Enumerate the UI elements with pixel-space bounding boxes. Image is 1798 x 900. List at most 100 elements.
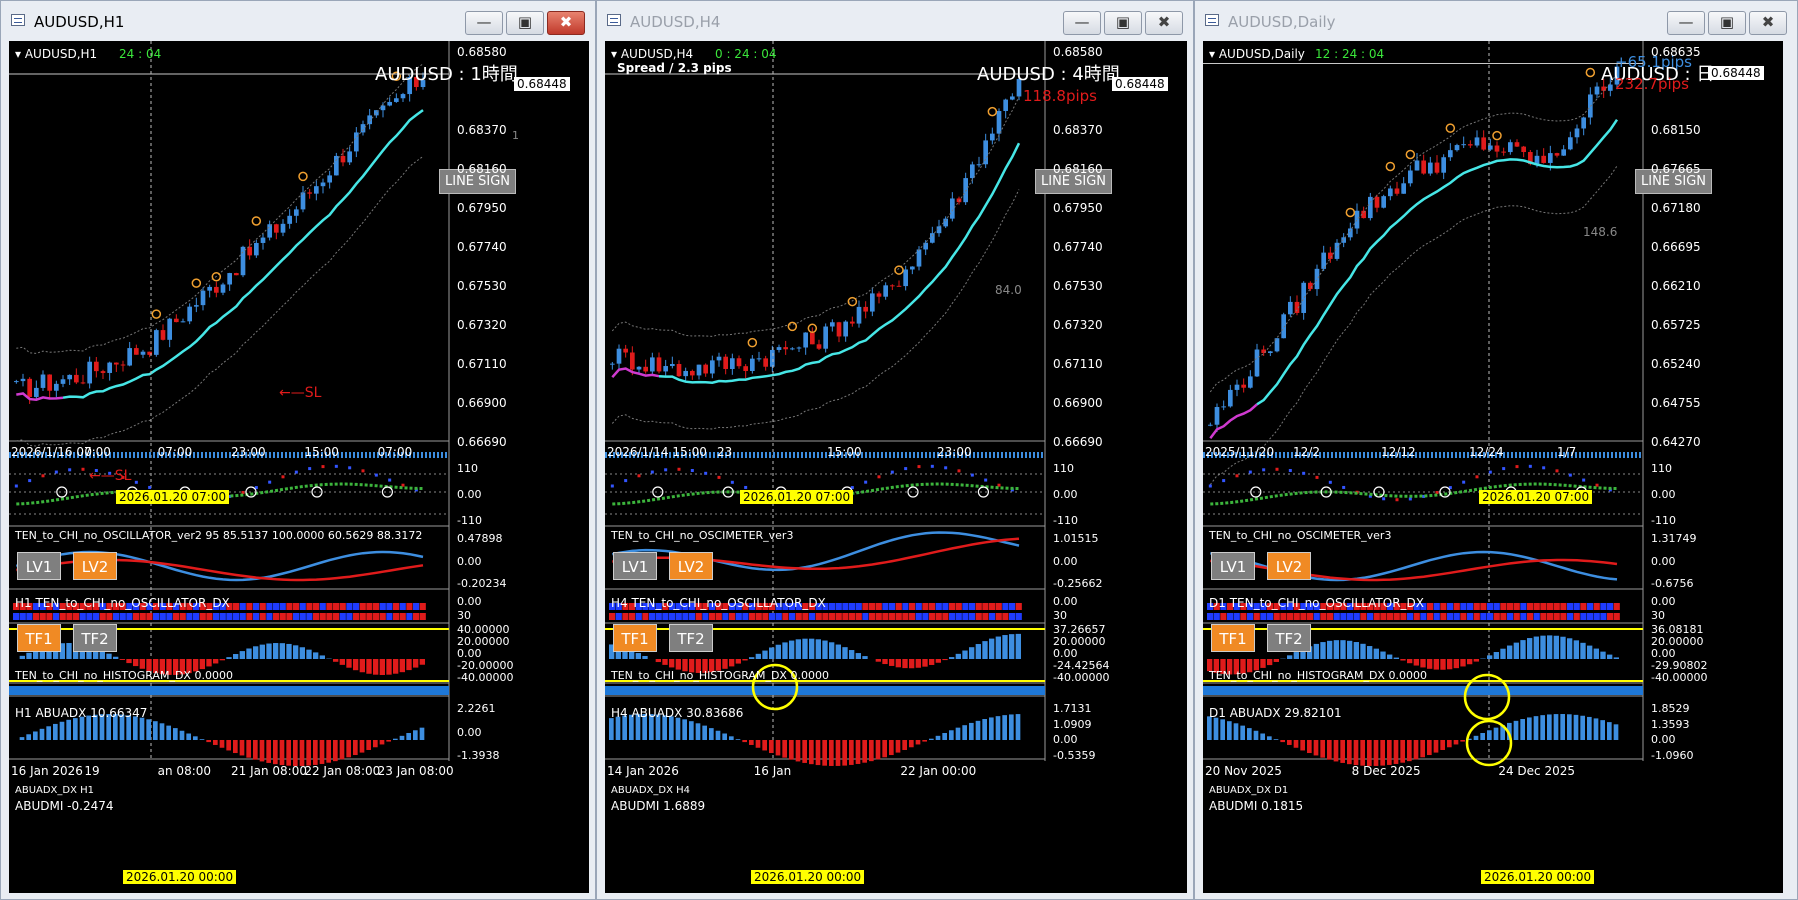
adx-bar [809,638,815,659]
price-tick-label: 0.67740 [1053,240,1103,254]
adx-bar [1607,654,1613,659]
hist-block [929,603,936,610]
hist-block [629,613,636,620]
hist-block [1480,603,1487,610]
lv2-button[interactable]: LV2 [1267,552,1311,580]
abuadx-title: H4 ABUADX 30.83686 [611,706,744,720]
dmi-bar [253,740,258,760]
dmi-bar [722,733,727,740]
lv1-button[interactable]: LV1 [17,552,61,580]
lv2-button[interactable]: LV2 [73,552,117,580]
symbol-period-label[interactable]: ▾ AUDUSD,H4 [611,47,693,61]
chart-area[interactable]: ▾ AUDUSD,Daily 12 : 24 : 04 +65.1pips AU… [1203,41,1783,893]
candle-body [267,224,272,238]
adx-bar [775,644,781,659]
candle-body [307,192,312,194]
dmi-bar [193,736,198,740]
adx-bar [419,659,425,665]
candle-body [1441,157,1446,173]
close-button[interactable]: ✖ [1749,11,1787,35]
lv1-button[interactable]: LV1 [1211,552,1255,580]
hist-block [969,603,976,610]
price-tick-label: 0.65725 [1651,318,1701,332]
signal-circle [1492,130,1502,141]
dmi-bar [875,740,881,760]
tf1-button[interactable]: TF1 [17,624,61,652]
adx-bar [1580,642,1586,659]
chart-window-h1[interactable]: AUDUSD,H1 — ▣ ✖ ▾ AUDUSD,H1 24 : 04 AUDU… [0,0,596,900]
adx-bar [199,659,205,670]
title-bar[interactable]: AUDUSD,Daily — ▣ ✖ [1195,1,1797,41]
dx-scale-label: 1.31749 [1651,532,1697,545]
hist-block [1607,603,1614,610]
adx-bar [782,642,788,659]
adx-bar [882,659,888,665]
chart-area[interactable]: ▾ AUDUSD,H1 24 : 04 AUDUSD : 1時間 LINE SI… [9,41,589,893]
dmi-bar [46,726,51,740]
lv1-button[interactable]: LV1 [613,552,657,580]
candle-body [160,330,166,340]
tf1-button[interactable]: TF1 [1211,624,1255,652]
dmi-scale-label: 1.7131 [1053,702,1092,715]
chart-area[interactable]: ▾ AUDUSD,H4 0 : 24 : 04 Spread / 2.3 pip… [605,41,1187,893]
tf2-button[interactable]: TF2 [1267,624,1311,652]
adx-bar [1327,640,1333,659]
title-bar[interactable]: AUDUSD,H1 — ▣ ✖ [1,1,595,41]
tf2-button[interactable]: TF2 [73,624,117,652]
minimize-button[interactable]: — [1667,11,1705,35]
symbol-period-label[interactable]: ▾ AUDUSD,H1 [15,47,97,61]
adx-bar [982,641,988,659]
maximize-button[interactable]: ▣ [1104,11,1142,35]
bottom-time-tick: 14 Jan 2026 [607,764,679,778]
adx-bar [1453,659,1459,669]
minimize-button[interactable]: — [465,11,503,35]
close-button[interactable]: ✖ [547,11,585,35]
close-button[interactable]: ✖ [1145,11,1183,35]
hist-block [989,613,996,620]
adx-bar [106,653,112,659]
dmi-bar [769,740,774,754]
dmi-bar [1607,722,1612,740]
dmi-bar [1413,740,1419,760]
chart-window-daily[interactable]: AUDUSD,Daily — ▣ ✖ ▾ AUDUSD,Daily 12 : 2… [1194,0,1798,900]
abuadx-title: D1 ABUADX 29.82101 [1209,706,1342,720]
dmi-bar [179,730,185,740]
tf1-button[interactable]: TF1 [613,624,657,652]
hist-block [989,603,996,610]
dmi-bar [1473,735,1479,740]
tf2-button[interactable]: TF2 [669,624,713,652]
dmi-bar [1493,727,1499,740]
adx-bar [942,659,948,661]
symbol-period-label[interactable]: ▾ AUDUSD,Daily [1209,47,1305,61]
dmi-bar [39,728,45,740]
title-bar[interactable]: AUDUSD,H4 — ▣ ✖ [597,1,1193,41]
dmi-bar [1440,740,1445,750]
osc-dot [610,484,614,488]
candle-body [87,361,92,384]
hist-block [106,613,113,620]
upper-band-line [611,96,1020,337]
lv2-button[interactable]: LV2 [669,552,713,580]
minimize-button[interactable]: — [1063,11,1101,35]
hist-block [273,603,280,610]
osc-dot [864,480,868,484]
hist-block [862,603,869,610]
maximize-button[interactable]: ▣ [1708,11,1746,35]
candle-body [167,318,172,340]
time-tick-label: 12/2 [1293,445,1320,459]
adx-bar [399,659,405,673]
bar-countdown: 0 : 24 : 04 [715,47,777,61]
chart-window-h4[interactable]: AUDUSD,H4 — ▣ ✖ ▾ AUDUSD,H4 0 : 24 : 04 … [596,0,1194,900]
chart-big-label: AUDUSD : 1時間 [375,64,518,85]
hist-block [1002,603,1009,610]
candle-body [1454,145,1460,151]
adx-bar [206,659,212,667]
candle-body [1354,210,1360,229]
candle-body [1494,145,1500,152]
maximize-button[interactable]: ▣ [506,11,544,35]
signal-circle [1345,207,1356,218]
hist-block [1247,613,1254,620]
hist-block [662,613,669,620]
dmi-bar [1360,740,1365,766]
hist-block [279,613,286,620]
